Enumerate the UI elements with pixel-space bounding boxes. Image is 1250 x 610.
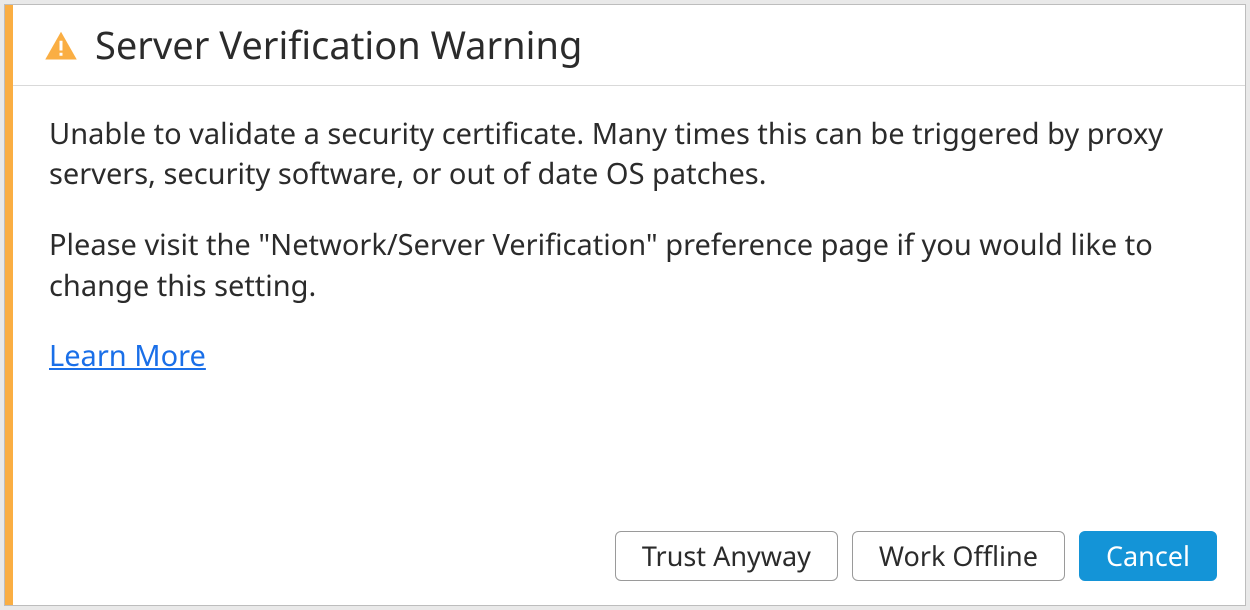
dialog-paragraph-2: Please visit the "Network/Server Verific… [49,225,1209,306]
dialog-body: Server Verification Warning Unable to va… [13,5,1245,605]
dialog-content: Unable to validate a security certificat… [13,86,1245,513]
server-verification-warning-dialog: Server Verification Warning Unable to va… [4,4,1246,606]
warning-triangle-icon [43,28,79,64]
dialog-title: Server Verification Warning [95,25,582,67]
dialog-button-row: Trust Anyway Work Offline Cancel [13,513,1245,605]
dialog-header: Server Verification Warning [13,5,1245,86]
cancel-button[interactable]: Cancel [1079,531,1217,581]
dialog-accent-bar [5,5,13,605]
dialog-paragraph-1: Unable to validate a security certificat… [49,114,1209,195]
learn-more-link[interactable]: Learn More [49,336,206,375]
work-offline-button[interactable]: Work Offline [852,531,1065,581]
trust-anyway-button[interactable]: Trust Anyway [615,531,838,581]
